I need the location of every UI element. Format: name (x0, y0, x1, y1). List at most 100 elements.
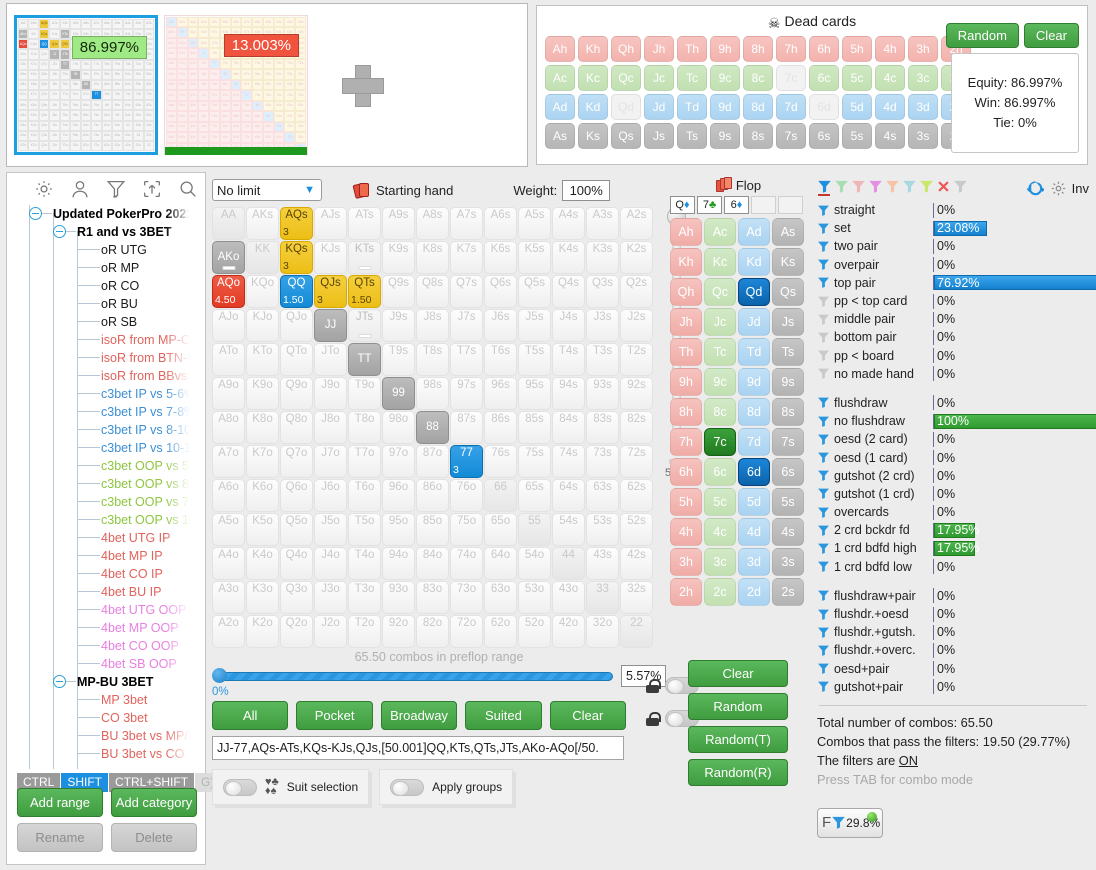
funnel-icon[interactable] (817, 367, 832, 380)
hand-cell-A5o[interactable]: A5o (212, 513, 245, 546)
hand-cell-K3o[interactable]: K3o (246, 581, 279, 614)
funnel-icon[interactable] (817, 433, 832, 446)
funnel-icon[interactable] (817, 469, 832, 482)
limit-select[interactable]: No limit ▼ (212, 179, 322, 201)
dead-card-Qd[interactable]: Qd (611, 94, 641, 120)
dead-card-7d[interactable]: 7d (776, 94, 806, 120)
funnel-icon[interactable] (817, 542, 832, 555)
funnel-icon[interactable] (817, 396, 832, 409)
dead-card-5c[interactable]: 5c (842, 65, 872, 91)
add-range-plus-button[interactable] (340, 63, 384, 107)
dead-card-Qc[interactable]: Qc (611, 65, 641, 91)
flop-card-Ac[interactable]: Ac (704, 218, 736, 246)
add-category-button[interactable]: Add category (111, 788, 197, 817)
flop-card-5c[interactable]: 5c (704, 488, 736, 516)
search-icon[interactable] (177, 178, 199, 200)
hand-cell-22[interactable]: 22 (620, 615, 653, 648)
flop-card-2s[interactable]: 2s (772, 578, 804, 606)
filter-row-gutshot-pair[interactable]: gutshot+pair 0% (817, 678, 1089, 696)
dead-card-Ac[interactable]: Ac (545, 65, 575, 91)
filter-row-flushdr-oesd[interactable]: flushdr.+oesd 0% (817, 605, 1089, 623)
dead-card-9h[interactable]: 9h (710, 36, 740, 62)
rename-button[interactable]: Rename (17, 823, 103, 852)
hand-cell-A4s[interactable]: A4s (552, 207, 585, 240)
dead-random-button[interactable]: Random (945, 23, 1019, 48)
clear-filters-icon[interactable] (936, 179, 952, 197)
hand-cell-AQo[interactable]: AQo 4.50 (212, 275, 245, 308)
dead-card-7s[interactable]: 7s (776, 123, 806, 149)
hand-cell-K6s[interactable]: K6s (484, 241, 517, 274)
tree-node-list[interactable]: Updated PokerPro 2021 R1 and vs 3BET oR UT… (7, 205, 205, 769)
hand-cell-42o[interactable]: 42o (552, 615, 585, 648)
hand-cell-A6s[interactable]: A6s (484, 207, 517, 240)
suit-selection-toggle[interactable] (223, 778, 257, 796)
hand-cell-82s[interactable]: 82s (620, 411, 653, 444)
hand-cell-K2s[interactable]: K2s (620, 241, 653, 274)
hand-cell-64s[interactable]: 64s (552, 479, 585, 512)
funnel-icon[interactable] (817, 506, 832, 519)
funnel-icon[interactable] (817, 487, 832, 500)
hand-cell-99[interactable]: 99 (382, 377, 415, 410)
funnel-icon[interactable] (817, 331, 832, 344)
delete-button[interactable]: Delete (111, 823, 197, 852)
hand-cell-J3o[interactable]: J3o (314, 581, 347, 614)
filter-preset-1-icon[interactable] (817, 179, 833, 197)
flop-card-6d[interactable]: 6d (738, 458, 770, 486)
filter-row-set[interactable]: set 23.08% (817, 219, 1089, 237)
dead-card-4d[interactable]: 4d (875, 94, 905, 120)
range-slider-track[interactable] (218, 672, 614, 681)
hand-cell-A7o[interactable]: A7o (212, 445, 245, 478)
hand-cell-42s[interactable]: 42s (620, 547, 653, 580)
tree-node-c3bet-ip-vs-7-8[interactable]: c3bet IP vs 7-8% (7, 402, 205, 421)
board-slot-2[interactable]: 7 ♣ (697, 196, 722, 214)
flop-card-Ah[interactable]: Ah (670, 218, 702, 246)
hand-cell-83o[interactable]: 83o (416, 581, 449, 614)
dead-card-Qh[interactable]: Qh (611, 36, 641, 62)
flop-card-Kh[interactable]: Kh (670, 248, 702, 276)
filter-row-no-flushdraw[interactable]: no flushdraw 100% (817, 412, 1096, 430)
hand-cell-97s[interactable]: 97s (450, 377, 483, 410)
hand-cell-J2s[interactable]: J2s (620, 309, 653, 342)
hand-matrix[interactable]: AA AKs AQs 3 AJs ATs A9s A8s A7s A6s A5s A4s A3s A2s A… (212, 207, 653, 648)
board-slot-4[interactable] (751, 196, 776, 214)
hand-cell-T4o[interactable]: T4o (348, 547, 381, 580)
hand-cell-32s[interactable]: 32s (620, 581, 653, 614)
hand-cell-43o[interactable]: 43o (552, 581, 585, 614)
dead-card-Jc[interactable]: Jc (644, 65, 674, 91)
hand-cell-87o[interactable]: 87o (416, 445, 449, 478)
hand-cell-K9s[interactable]: K9s (382, 241, 415, 274)
hand-cell-72s[interactable]: 72s (620, 445, 653, 478)
hand-cell-AKs[interactable]: AKs (246, 207, 279, 240)
flop-card-8d[interactable]: 8d (738, 398, 770, 426)
dead-card-Th[interactable]: Th (677, 36, 707, 62)
funnel-icon[interactable] (817, 524, 832, 537)
hand-cell-74o[interactable]: 74o (450, 547, 483, 580)
hand-cell-T7s[interactable]: T7s (450, 343, 483, 376)
filter-row-gutshot-2-crd[interactable]: gutshot (2 crd) 0% (817, 467, 1089, 485)
hand-cell-J8o[interactable]: J8o (314, 411, 347, 444)
hand-cell-75s[interactable]: 75s (518, 445, 551, 478)
dead-card-8d[interactable]: 8d (743, 94, 773, 120)
filter-row-top-pair[interactable]: top pair 76.92% (817, 274, 1096, 292)
hand-cell-KJo[interactable]: KJo (246, 309, 279, 342)
filter-preset-5-icon[interactable] (885, 179, 901, 197)
tree-expander[interactable] (53, 225, 66, 238)
hand-cell-K5s[interactable]: K5s (518, 241, 551, 274)
hand-cell-AJs[interactable]: AJs (314, 207, 347, 240)
refresh-icon[interactable] (1026, 180, 1044, 197)
dead-card-8c[interactable]: 8c (743, 65, 773, 91)
dead-card-Ad[interactable]: Ad (545, 94, 575, 120)
tree-node-4bet-co-ip[interactable]: 4bet CO IP (7, 564, 205, 583)
hand-cell-J9o[interactable]: J9o (314, 377, 347, 410)
dead-card-4h[interactable]: 4h (875, 36, 905, 62)
flop-card-4d[interactable]: 4d (738, 518, 770, 546)
hand-cell-84o[interactable]: 84o (416, 547, 449, 580)
hand-cell-K3s[interactable]: K3s (586, 241, 619, 274)
dead-card-Jd[interactable]: Jd (644, 94, 674, 120)
villain-range-thumbnail[interactable]: AA AKs AQs AJs ATs A9s A8s A7s A6s A5s A4s A3s A2s AK… (164, 15, 308, 155)
hand-cell-T3s[interactable]: T3s (586, 343, 619, 376)
tree-node-updated-pokerpro-2021[interactable]: Updated PokerPro 2021 (7, 205, 205, 223)
hand-cell-T6o[interactable]: T6o (348, 479, 381, 512)
flop-card-Ks[interactable]: Ks (772, 248, 804, 276)
hand-cell-72o[interactable]: 72o (450, 615, 483, 648)
